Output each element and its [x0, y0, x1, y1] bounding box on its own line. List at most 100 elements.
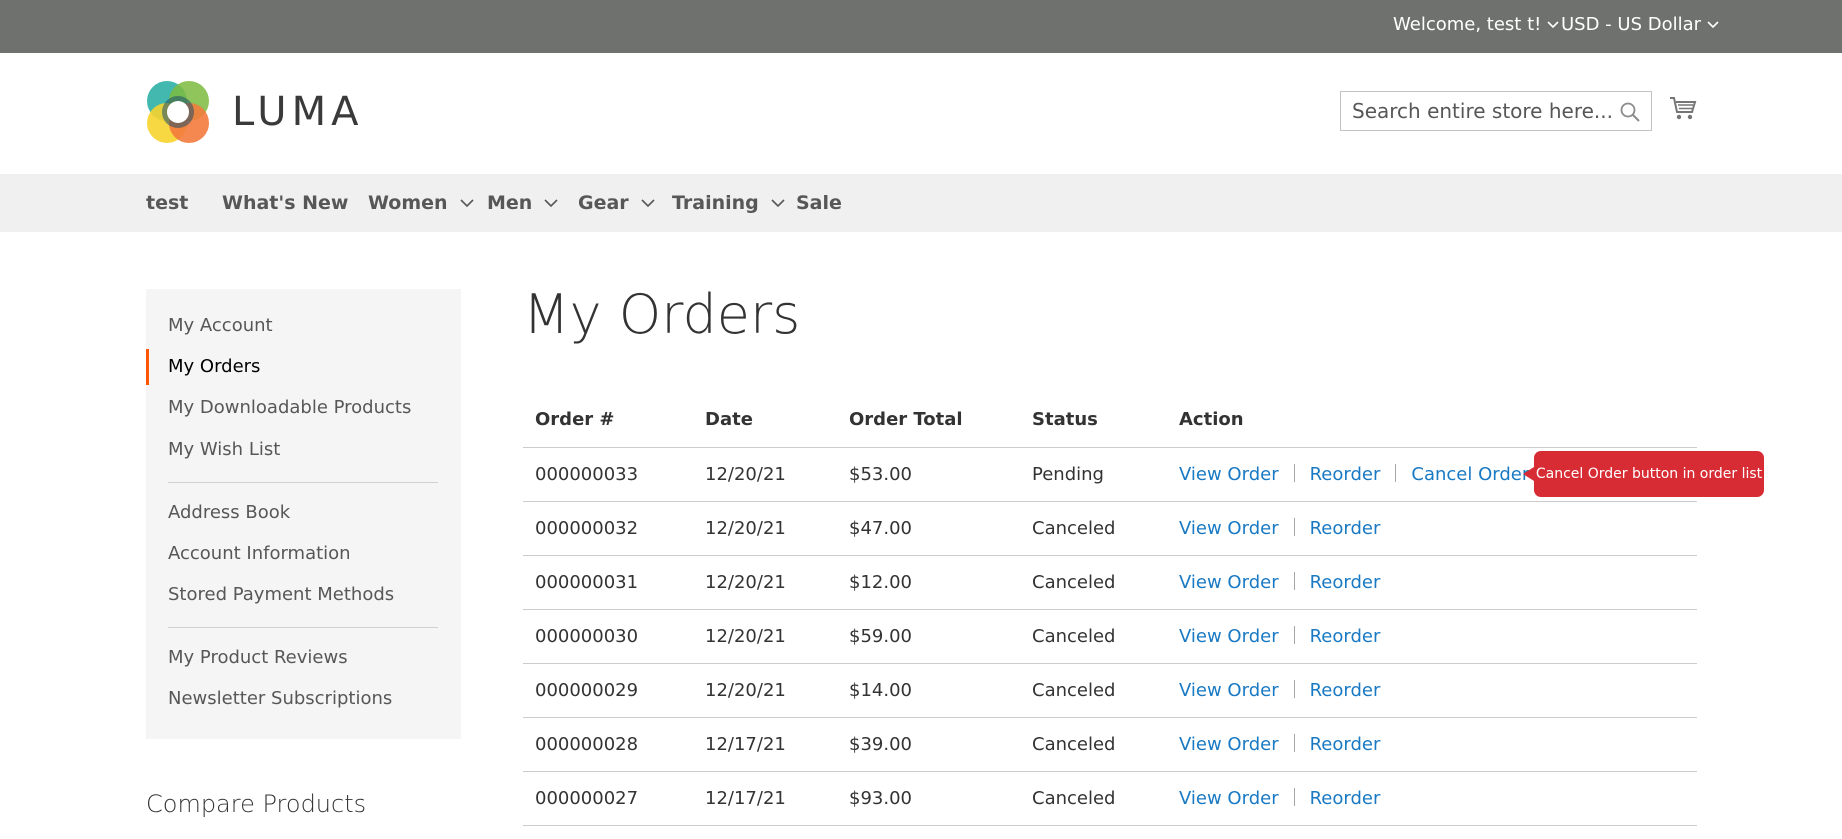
- table-row: 000000029 12/20/21 $14.00 Canceled View …: [523, 664, 1697, 718]
- chevron-down-icon: [459, 198, 474, 207]
- sidebar-item-address-book[interactable]: Address Book: [168, 502, 290, 523]
- order-status: Canceled: [1032, 680, 1116, 701]
- separator: [1395, 464, 1397, 482]
- order-total: $12.00: [849, 572, 912, 593]
- order-status: Canceled: [1032, 626, 1116, 647]
- search-icon[interactable]: [1619, 101, 1641, 123]
- luma-logo[interactable]: LUMA: [146, 80, 363, 144]
- order-number: 000000028: [535, 734, 639, 755]
- view-order-link[interactable]: View Order: [1179, 572, 1279, 593]
- main-navigation: test What's New Women Men Gear Training …: [0, 174, 1842, 232]
- nav-item-sale[interactable]: Sale: [796, 192, 842, 214]
- annotation-tooltip: Cancel Order button in order list: [1523, 451, 1764, 497]
- order-number: 000000032: [535, 518, 639, 539]
- nav-item-gear[interactable]: Gear: [578, 192, 655, 214]
- welcome-text: Welcome, test t!: [1393, 14, 1542, 35]
- order-status: Canceled: [1032, 734, 1116, 755]
- orders-table: Order # Date Order Total Status Action 0…: [523, 396, 1697, 826]
- order-total: $93.00: [849, 788, 912, 809]
- table-row: 000000027 12/17/21 $93.00 Canceled View …: [523, 772, 1697, 826]
- customer-welcome-menu[interactable]: Welcome, test t!: [1393, 14, 1559, 35]
- nav-label: Men: [487, 192, 533, 214]
- currency-switcher[interactable]: USD - US Dollar: [1561, 14, 1719, 35]
- order-status: Canceled: [1032, 788, 1116, 809]
- order-actions: View Order Reorder: [1179, 788, 1380, 809]
- separator: [1293, 464, 1295, 482]
- separator: [1293, 788, 1295, 806]
- table-row: 000000033 12/20/21 $53.00 Pending View O…: [523, 448, 1697, 502]
- sidebar-item-stored-payment-methods[interactable]: Stored Payment Methods: [168, 584, 394, 605]
- order-date: 12/17/21: [705, 734, 786, 755]
- reorder-link[interactable]: Reorder: [1310, 788, 1381, 809]
- search-input[interactable]: [1341, 92, 1651, 130]
- reorder-link[interactable]: Reorder: [1310, 734, 1381, 755]
- sidebar-item-my-account[interactable]: My Account: [168, 315, 273, 336]
- reorder-link[interactable]: Reorder: [1310, 626, 1381, 647]
- separator: [1293, 626, 1295, 644]
- order-status: Canceled: [1032, 518, 1116, 539]
- active-indicator: [146, 349, 149, 385]
- separator: [1293, 572, 1295, 590]
- order-date: 12/20/21: [705, 518, 786, 539]
- order-number: 000000027: [535, 788, 639, 809]
- order-actions: View Order Reorder: [1179, 518, 1380, 539]
- table-row: 000000028 12/17/21 $39.00 Canceled View …: [523, 718, 1697, 772]
- column-header: Date: [705, 409, 753, 430]
- page-title: My Orders: [523, 283, 801, 346]
- view-order-link[interactable]: View Order: [1179, 626, 1279, 647]
- order-actions: View Order Reorder: [1179, 626, 1380, 647]
- nav-label: test: [146, 192, 189, 214]
- sidebar-item-downloadable-products[interactable]: My Downloadable Products: [168, 397, 411, 418]
- nav-item-training[interactable]: Training: [672, 192, 785, 214]
- table-header: Order # Date Order Total Status Action: [523, 396, 1697, 448]
- order-total: $39.00: [849, 734, 912, 755]
- nav-item-test[interactable]: test: [146, 192, 188, 214]
- nav-item-women[interactable]: Women: [368, 192, 474, 214]
- view-order-link[interactable]: View Order: [1179, 464, 1279, 485]
- sidebar-item-my-orders[interactable]: My Orders: [168, 356, 260, 377]
- column-header: Status: [1032, 409, 1098, 430]
- order-status: Canceled: [1032, 572, 1116, 593]
- table-row: 000000031 12/20/21 $12.00 Canceled View …: [523, 556, 1697, 610]
- sidebar-divider: [168, 482, 438, 483]
- view-order-link[interactable]: View Order: [1179, 518, 1279, 539]
- reorder-link[interactable]: Reorder: [1310, 464, 1381, 485]
- view-order-link[interactable]: View Order: [1179, 788, 1279, 809]
- luma-logo-icon: [147, 81, 209, 143]
- order-actions: View Order Reorder: [1179, 680, 1380, 701]
- table-row: 000000032 12/20/21 $47.00 Canceled View …: [523, 502, 1697, 556]
- order-total: $53.00: [849, 464, 912, 485]
- chevron-down-icon: [641, 198, 655, 207]
- reorder-link[interactable]: Reorder: [1310, 680, 1381, 701]
- column-header: Order Total: [849, 409, 963, 430]
- cancel-order-link[interactable]: Cancel Order: [1411, 464, 1529, 485]
- view-order-link[interactable]: View Order: [1179, 734, 1279, 755]
- chevron-down-icon: [544, 198, 558, 207]
- logo-text: LUMA: [232, 89, 364, 135]
- sidebar-item-wish-list[interactable]: My Wish List: [168, 439, 280, 460]
- reorder-link[interactable]: Reorder: [1310, 518, 1381, 539]
- order-date: 12/17/21: [705, 788, 786, 809]
- sidebar-item-account-information[interactable]: Account Information: [168, 543, 351, 564]
- separator: [1293, 680, 1295, 698]
- column-header: Action: [1179, 409, 1244, 430]
- chevron-down-icon: [1547, 20, 1559, 28]
- nav-item-whats-new[interactable]: What's New: [222, 192, 348, 214]
- order-number: 000000031: [535, 572, 639, 593]
- cart-icon[interactable]: [1668, 93, 1698, 123]
- order-number: 000000029: [535, 680, 639, 701]
- table-row: 000000030 12/20/21 $59.00 Canceled View …: [523, 610, 1697, 664]
- nav-item-men[interactable]: Men: [487, 192, 558, 214]
- order-total: $47.00: [849, 518, 912, 539]
- order-date: 12/20/21: [705, 626, 786, 647]
- order-number: 000000030: [535, 626, 639, 647]
- order-actions: View Order Reorder: [1179, 734, 1380, 755]
- sidebar-item-product-reviews[interactable]: My Product Reviews: [168, 647, 348, 668]
- column-header: Order #: [535, 409, 615, 430]
- view-order-link[interactable]: View Order: [1179, 680, 1279, 701]
- nav-label: Women: [368, 192, 448, 214]
- chevron-down-icon: [1707, 20, 1719, 28]
- sidebar-item-newsletter-subscriptions[interactable]: Newsletter Subscriptions: [168, 688, 392, 709]
- chevron-down-icon: [771, 198, 785, 207]
- reorder-link[interactable]: Reorder: [1310, 572, 1381, 593]
